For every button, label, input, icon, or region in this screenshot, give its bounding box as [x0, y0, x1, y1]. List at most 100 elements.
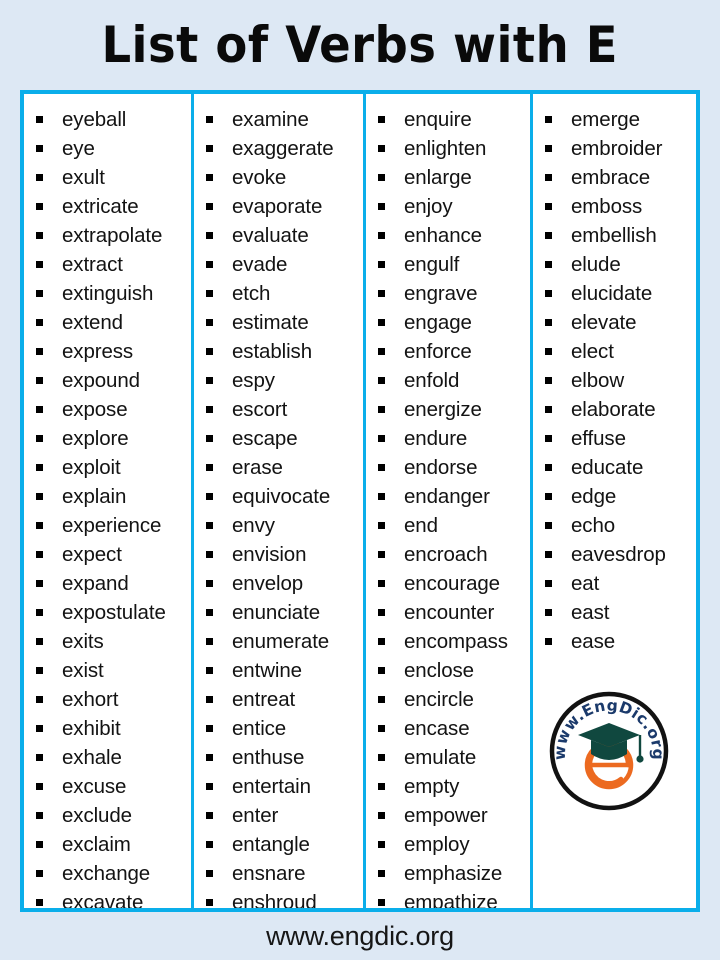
list-item: examine: [194, 105, 363, 134]
bullet-square-icon: [36, 232, 43, 239]
list-item: embroider: [533, 134, 696, 163]
bullet-square-icon: [36, 696, 43, 703]
bullet-square-icon: [545, 435, 552, 442]
word-text: eat: [571, 572, 600, 595]
word-text: elaborate: [571, 398, 656, 421]
word-text: equivocate: [232, 485, 331, 508]
bullet-square-icon: [206, 754, 213, 761]
word-text: expose: [62, 398, 128, 421]
bullet-square-icon: [36, 406, 43, 413]
list-item: emulate: [366, 743, 530, 772]
word-text: exclude: [62, 804, 132, 827]
word-text: encompass: [404, 630, 508, 653]
word-text: enjoy: [404, 195, 453, 218]
bullet-square-icon: [36, 870, 43, 877]
list-item: envelop: [194, 569, 363, 598]
word-text: exhale: [62, 746, 122, 769]
word-text: echo: [571, 514, 616, 537]
word-text: envision: [232, 543, 307, 566]
word-text: enshroud: [232, 891, 317, 908]
word-text: educate: [571, 456, 644, 479]
bullet-square-icon: [36, 493, 43, 500]
word-text: expostulate: [62, 601, 166, 624]
list-item: endanger: [366, 482, 530, 511]
list-item: expand: [24, 569, 191, 598]
bullet-square-icon: [206, 638, 213, 645]
bullet-square-icon: [36, 638, 43, 645]
bullet-square-icon: [36, 203, 43, 210]
bullet-square-icon: [36, 319, 43, 326]
list-item: enclose: [366, 656, 530, 685]
bullet-square-icon: [206, 319, 213, 326]
bullet-square-icon: [378, 261, 385, 268]
word-text: elbow: [571, 369, 625, 392]
list-item: endorse: [366, 453, 530, 482]
bullet-square-icon: [36, 174, 43, 181]
list-item: eat: [533, 569, 696, 598]
bullet-square-icon: [206, 580, 213, 587]
word-text: empty: [404, 775, 460, 798]
bullet-square-icon: [378, 377, 385, 384]
list-item: encircle: [366, 685, 530, 714]
bullet-square-icon: [36, 551, 43, 558]
list-item: encroach: [366, 540, 530, 569]
word-text: explain: [62, 485, 127, 508]
bullet-square-icon: [378, 783, 385, 790]
list-item: enlarge: [366, 163, 530, 192]
list-item: entwine: [194, 656, 363, 685]
word-text: evoke: [232, 166, 287, 189]
bullet-square-icon: [206, 290, 213, 297]
word-text: encourage: [404, 572, 500, 595]
word-text: effuse: [571, 427, 626, 450]
list-item: exclude: [24, 801, 191, 830]
list-item: elude: [533, 250, 696, 279]
bullet-square-icon: [378, 174, 385, 181]
list-item: edge: [533, 482, 696, 511]
bullet-square-icon: [36, 667, 43, 674]
bullet-square-icon: [378, 348, 385, 355]
bullet-square-icon: [378, 406, 385, 413]
word-text: elevate: [571, 311, 637, 334]
word-text: excavate: [62, 891, 144, 908]
bullet-square-icon: [36, 899, 43, 906]
bullet-square-icon: [378, 145, 385, 152]
bullet-square-icon: [36, 116, 43, 123]
list-item: evaporate: [194, 192, 363, 221]
list-item: engage: [366, 308, 530, 337]
list-item: evoke: [194, 163, 363, 192]
bullet-square-icon: [545, 261, 552, 268]
list-item: energize: [366, 395, 530, 424]
word-text: east: [571, 601, 610, 624]
word-column-1: eyeball eye exult extricate extrapolate extra…: [24, 94, 194, 908]
word-text: escape: [232, 427, 298, 450]
bullet-square-icon: [36, 841, 43, 848]
list-item: extinguish: [24, 279, 191, 308]
list-item: encourage: [366, 569, 530, 598]
bullet-square-icon: [206, 551, 213, 558]
word-text: engrave: [404, 282, 478, 305]
list-item: east: [533, 598, 696, 627]
word-text: eye: [62, 137, 95, 160]
bullet-square-icon: [206, 522, 213, 529]
word-text: endanger: [404, 485, 490, 508]
list-item: enforce: [366, 337, 530, 366]
word-text: entreat: [232, 688, 296, 711]
list-item: exhale: [24, 743, 191, 772]
list-item: encase: [366, 714, 530, 743]
list-item: empathize: [366, 888, 530, 908]
list-item: experience: [24, 511, 191, 540]
word-text: encounter: [404, 601, 495, 624]
list-item: expose: [24, 395, 191, 424]
bullet-square-icon: [545, 232, 552, 239]
list-item: explain: [24, 482, 191, 511]
word-text: extract: [62, 253, 123, 276]
bullet-square-icon: [545, 493, 552, 500]
list-item: ensnare: [194, 859, 363, 888]
list-item: espy: [194, 366, 363, 395]
bullet-square-icon: [206, 870, 213, 877]
list-item: expostulate: [24, 598, 191, 627]
bullet-square-icon: [206, 435, 213, 442]
word-text: explore: [62, 427, 129, 450]
bullet-square-icon: [36, 522, 43, 529]
list-item: emboss: [533, 192, 696, 221]
